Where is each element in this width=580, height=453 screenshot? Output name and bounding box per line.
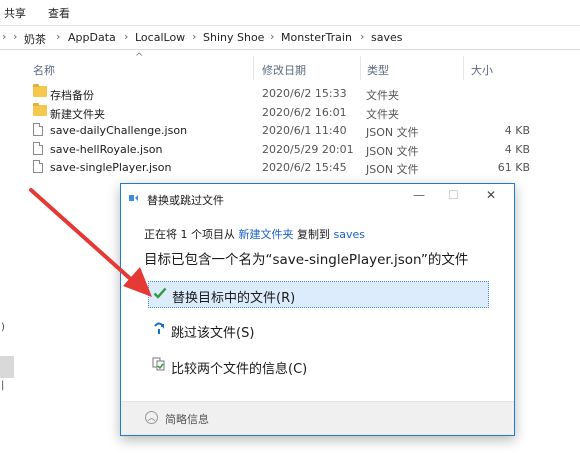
annotation-arrow [29,188,152,297]
